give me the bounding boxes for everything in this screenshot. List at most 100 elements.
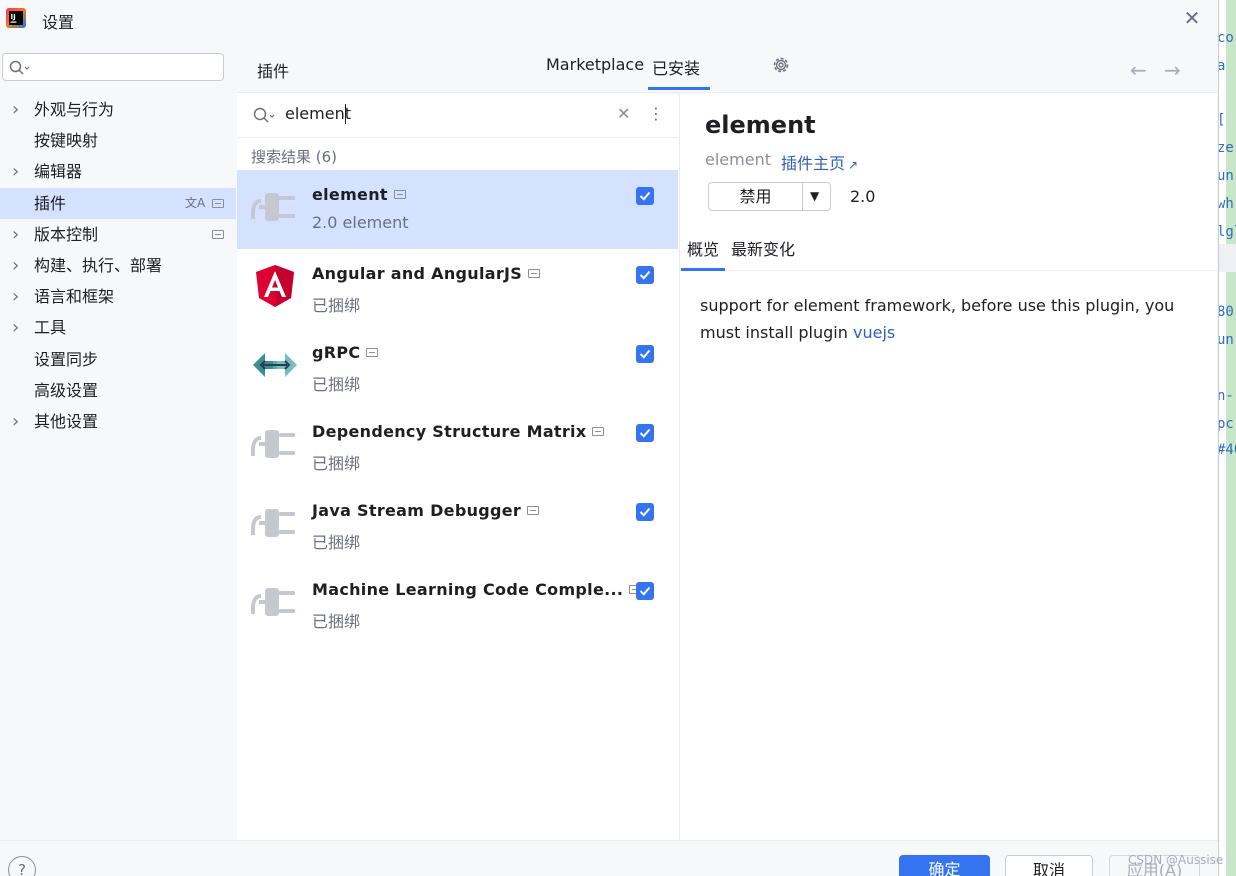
sidebar-item-label: 插件 — [34, 194, 67, 213]
ok-button[interactable]: 确定 — [899, 855, 990, 876]
sidebar-item[interactable]: › 其他设置 — [0, 406, 236, 437]
cancel-button[interactable]: 取消 — [1005, 855, 1093, 876]
disable-split-button[interactable]: 禁用 ▼ — [708, 182, 831, 211]
chevron-right-icon[interactable]: › — [12, 250, 19, 281]
project-level-icon — [393, 190, 406, 199]
project-level-icon — [212, 230, 224, 239]
project-level-icon — [212, 199, 224, 208]
sidebar-item[interactable]: › 工具 — [0, 312, 236, 343]
search-icon — [253, 107, 275, 123]
close-icon[interactable]: ✕ — [1180, 6, 1204, 30]
dialog-title: 设置 — [42, 13, 75, 32]
chevron-right-icon[interactable]: › — [12, 94, 19, 125]
watermark: CSDN @Aussise — [1128, 853, 1224, 867]
background-code-line: ze — [1217, 140, 1234, 156]
plugin-list-item[interactable]: Dependency Structure Matrix 已捆绑 — [237, 407, 678, 486]
plugin-name-line: Machine Learning Code Comple... — [312, 580, 642, 599]
sidebar-item[interactable]: 按键映射 — [0, 125, 236, 156]
sidebar-item-label: 高级设置 — [34, 381, 99, 400]
chevron-right-icon[interactable]: › — [12, 281, 19, 312]
tab-marketplace[interactable]: Marketplace — [546, 55, 644, 74]
plugin-list-item[interactable]: Angular and AngularJS 已捆绑 — [237, 249, 678, 328]
chevron-right-icon[interactable]: › — [12, 312, 19, 343]
plugin-name-line: element — [312, 185, 406, 204]
checkmark-icon — [639, 586, 651, 596]
sidebar-item-label: 版本控制 — [34, 225, 99, 244]
plugin-search-input[interactable]: element — [285, 104, 351, 123]
plugin-list-item[interactable]: Machine Learning Code Comple... 已捆绑 — [237, 565, 678, 644]
checkmark-icon — [639, 428, 651, 438]
plugin-list-item[interactable]: Java Stream Debugger 已捆绑 — [237, 486, 678, 565]
tab-installed[interactable]: 已安装 — [652, 55, 700, 79]
background-code-line: n- — [1217, 388, 1234, 404]
plugin-name: Angular and AngularJS — [312, 264, 523, 283]
plugin-name-line: Java Stream Debugger — [312, 501, 540, 520]
plugin-name-line: gRPC — [312, 343, 379, 362]
plugin-name-line: Angular and AngularJS — [312, 264, 541, 283]
plugin-name: element — [312, 185, 388, 204]
sidebar-item[interactable]: › 编辑器 — [0, 156, 236, 187]
plugin-plug-icon — [251, 183, 299, 231]
background-code-line: lgl — [1217, 224, 1236, 240]
help-button[interactable]: ? — [8, 856, 36, 876]
project-level-icon — [527, 506, 540, 515]
plugin-enabled-checkbox[interactable] — [636, 187, 654, 205]
dropdown-arrow-icon[interactable]: ▼ — [810, 183, 819, 210]
disable-button[interactable]: 禁用 — [709, 183, 802, 210]
active-detail-tab-indicator — [681, 268, 725, 271]
sidebar-item[interactable]: › 版本控制 — [0, 219, 236, 250]
checkmark-icon — [639, 191, 651, 201]
intellij-app-icon: IJ — [6, 8, 26, 28]
plugin-enabled-checkbox[interactable] — [636, 345, 654, 363]
gear-icon[interactable] — [771, 55, 791, 75]
translate-icon[interactable]: 文A — [185, 188, 205, 219]
chevron-right-icon[interactable]: › — [12, 219, 19, 250]
plugin-enabled-checkbox[interactable] — [636, 503, 654, 521]
plugin-version: 2.0 — [850, 187, 876, 206]
chevron-right-icon[interactable]: › — [12, 156, 19, 187]
plugin-name: gRPC — [312, 343, 361, 362]
plugin-enabled-checkbox[interactable] — [636, 582, 654, 600]
more-options-icon[interactable]: ⋮ — [648, 104, 664, 123]
sidebar-item[interactable]: 设置同步 — [0, 344, 236, 375]
sidebar-search-input[interactable] — [2, 53, 224, 81]
plugin-homepage-link[interactable]: 插件主页 ↗ — [781, 150, 858, 174]
sidebar-item[interactable]: › 构建、执行、部署 — [0, 250, 236, 281]
plugin-name: Java Stream Debugger — [312, 501, 522, 520]
plugin-name: Machine Learning Code Comple... — [312, 580, 624, 599]
search-result-count: 搜索结果 (6) — [251, 148, 338, 166]
forward-arrow-icon[interactable]: → — [1164, 58, 1181, 82]
title-bar — [0, 0, 1218, 40]
text-caret — [345, 104, 346, 124]
back-arrow-icon[interactable]: ← — [1130, 58, 1147, 82]
vuejs-link[interactable]: vuejs — [853, 323, 895, 342]
plugin-description: support for element framework, before us… — [700, 292, 1205, 346]
homepage-link-label: 插件主页 — [781, 154, 846, 173]
plugin-plug-icon — [251, 578, 299, 626]
angular-icon — [251, 262, 299, 310]
grpc-icon — [251, 341, 299, 389]
background-editor-highlight — [1216, 244, 1236, 272]
background-code-line: wh: — [1217, 196, 1236, 212]
project-level-icon — [528, 269, 541, 278]
sidebar-item-label: 语言和框架 — [34, 287, 115, 306]
sidebar-item[interactable]: › 外观与行为 — [0, 94, 236, 125]
sidebar-item[interactable]: 高级设置 — [0, 375, 236, 406]
tab-overview[interactable]: 概览 — [687, 236, 719, 260]
background-code-line: un — [1217, 168, 1234, 184]
plugin-detail-name: element — [705, 111, 816, 139]
plugin-enabled-checkbox[interactable] — [636, 424, 654, 442]
clear-search-icon[interactable]: ✕ — [617, 104, 630, 123]
plugin-plug-icon — [251, 499, 299, 547]
project-level-icon — [592, 427, 605, 436]
plugin-list-item[interactable]: gRPC 已捆绑 — [237, 328, 678, 407]
sidebar-item[interactable]: › 语言和框架 — [0, 281, 236, 312]
tab-whats-new[interactable]: 最新变化 — [731, 236, 795, 260]
plugin-enabled-checkbox[interactable] — [636, 266, 654, 284]
plugin-list-item[interactable]: element 2.0 element — [237, 170, 678, 249]
chevron-right-icon[interactable]: › — [12, 406, 19, 437]
sidebar-item-label: 工具 — [34, 318, 67, 337]
background-code-line: un — [1217, 332, 1234, 348]
project-level-icon — [366, 348, 379, 357]
sidebar-item[interactable]: 插件 文A — [0, 188, 236, 219]
